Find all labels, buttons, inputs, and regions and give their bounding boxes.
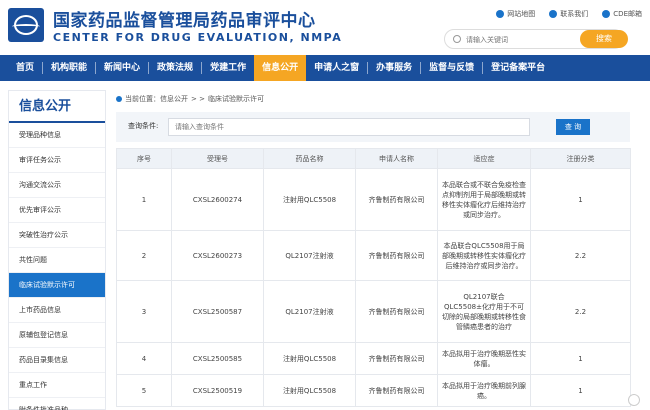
col-header-applicant: 申请人名称 [355, 148, 438, 169]
cell-indication: 本品联合或不联合免疫检查点抑制剂用于局部晚期或转移性实体瘤化疗后维持治疗或同步治… [437, 168, 531, 231]
nav-feedback[interactable]: 监督与反馈 [421, 55, 482, 81]
cell-applicant: 齐鲁制药有限公司 [355, 280, 438, 343]
site-title-cn: 国家药品监督管理局药品审评中心 [53, 11, 316, 31]
sidebar-item-conditional[interactable]: 附条件批准品种 [9, 398, 105, 410]
table-row[interactable]: 1 CXSL2600274 注射用QLC5508 齐鲁制药有限公司 本品联合或不… [116, 168, 631, 231]
nav-home[interactable]: 首页 [8, 55, 42, 81]
cell-drug: QL2107注射液 [263, 230, 356, 281]
cell-indication: 本品拟用于治疗晚期恶性实体瘤。 [437, 342, 531, 375]
main-nav: 首页 机构职能 新闻中心 政策法规 党建工作 信息公开 申请人之窗 办事服务 监… [0, 55, 650, 81]
sidebar-item-common-issues[interactable]: 共性问题 [9, 248, 105, 273]
nav-news[interactable]: 新闻中心 [96, 55, 148, 81]
cell-id: CXSL2500587 [171, 280, 264, 343]
site-header: 国家药品监督管理局药品审评中心 CENTER FOR DRUG EVALUATI… [0, 0, 650, 55]
cell-category: 1 [530, 342, 631, 375]
cell-category: 1 [530, 168, 631, 231]
cell-id: CXSL2600273 [171, 230, 264, 281]
sidebar-item-marketed[interactable]: 上市药品信息 [9, 298, 105, 323]
nav-applicant[interactable]: 申请人之窗 [306, 55, 367, 81]
col-header-category: 注册分类 [530, 148, 631, 169]
table-header-row: 序号 受理号 药品名称 申请人名称 适应症 注册分类 [116, 148, 631, 169]
cell-drug: QL2107注射液 [263, 280, 356, 343]
query-button[interactable]: 查 询 [556, 119, 590, 135]
main-content: 当前位置：信息公开 > > 临床试验默示许可 查询条件: 查 询 序号 受理号 … [116, 90, 631, 410]
query-input[interactable] [168, 118, 530, 136]
search-icon [453, 35, 461, 43]
nav-policy[interactable]: 政策法规 [149, 55, 201, 81]
cell-category: 2.2 [530, 280, 631, 343]
table-row[interactable]: 4 CXSL2500585 注射用QLC5508 齐鲁制药有限公司 本品拟用于治… [116, 342, 631, 375]
cell-indication: QL2107联合QLC5508±化疗用于不可切除的局部晚期或转移性食管鳞癌患者的… [437, 280, 531, 343]
site-search-button[interactable]: 搜索 [580, 30, 628, 48]
cell-id: CXSL2500519 [171, 374, 264, 407]
cell-applicant: 齐鲁制药有限公司 [355, 230, 438, 281]
query-bar: 查询条件: 查 询 [116, 112, 630, 142]
email-link[interactable]: CDE邮箱 [602, 9, 642, 19]
breadcrumb: 当前位置：信息公开 > > 临床试验默示许可 [116, 90, 630, 108]
cell-no: 4 [116, 342, 172, 375]
cell-drug: 注射用QLC5508 [263, 374, 356, 407]
cell-applicant: 齐鲁制药有限公司 [355, 374, 438, 407]
sidebar-item-accepted[interactable]: 受理品种信息 [9, 123, 105, 148]
sitemap-link[interactable]: 网站地图 [496, 9, 535, 19]
breadcrumb-current: 临床试验默示许可 [207, 95, 264, 103]
sidebar-item-communication[interactable]: 沟通交流公示 [9, 173, 105, 198]
nav-info-disclosure[interactable]: 信息公开 [254, 55, 307, 81]
cell-id: CXSL2500585 [171, 342, 264, 375]
col-header-drug: 药品名称 [263, 148, 356, 169]
sidebar-title: 信息公开 [9, 91, 105, 123]
sidebar-item-breakthrough[interactable]: 突破性治疗公示 [9, 223, 105, 248]
table-row[interactable]: 3 CXSL2500587 QL2107注射液 齐鲁制药有限公司 QL2107联… [116, 280, 631, 343]
results-table: 序号 受理号 药品名称 申请人名称 适应症 注册分类 1 CXSL2600274… [116, 148, 631, 407]
col-header-id: 受理号 [171, 148, 264, 169]
sidebar-item-excipients[interactable]: 原辅包登记信息 [9, 323, 105, 348]
col-header-no: 序号 [116, 148, 172, 169]
sidebar: 信息公开 受理品种信息 审评任务公示 沟通交流公示 优先审评公示 突破性治疗公示… [8, 90, 106, 410]
cell-no: 2 [116, 230, 172, 281]
cell-drug: 注射用QLC5508 [263, 168, 356, 231]
sidebar-item-implied-approval[interactable]: 临床试验默示许可 [9, 273, 105, 298]
location-pin-icon [116, 96, 122, 102]
location-icon [496, 10, 505, 18]
cell-indication: 本品拟用于治疗晚期前列腺癌。 [437, 374, 531, 407]
site-title-en: CENTER FOR DRUG EVALUATION, NMPA [53, 31, 343, 44]
cell-no: 3 [116, 280, 172, 343]
cell-category: 1 [530, 374, 631, 407]
cell-drug: 注射用QLC5508 [263, 342, 356, 375]
table-row[interactable]: 2 CXSL2600273 QL2107注射液 齐鲁制药有限公司 本品联合QLC… [116, 230, 631, 281]
table-row[interactable]: 5 CXSL2500519 注射用QLC5508 齐鲁制药有限公司 本品拟用于治… [116, 374, 631, 407]
phone-icon [549, 10, 558, 18]
cell-applicant: 齐鲁制药有限公司 [355, 168, 438, 231]
sidebar-item-review-tasks[interactable]: 审评任务公示 [9, 148, 105, 173]
cell-applicant: 齐鲁制药有限公司 [355, 342, 438, 375]
nav-party[interactable]: 党建工作 [202, 55, 254, 81]
cell-no: 5 [116, 374, 172, 407]
sidebar-item-priority[interactable]: 优先审评公示 [9, 198, 105, 223]
nav-registration[interactable]: 登记备案平台 [483, 55, 553, 81]
cell-id: CXSL2600274 [171, 168, 264, 231]
col-header-indication: 适应症 [437, 148, 531, 169]
nav-services[interactable]: 办事服务 [368, 55, 420, 81]
cell-category: 2.2 [530, 230, 631, 281]
top-links: 网站地图 联系我们 CDE邮箱 [496, 9, 642, 19]
sidebar-item-catalog[interactable]: 药品目录集信息 [9, 348, 105, 373]
breadcrumb-separator: > > [191, 95, 205, 103]
cell-indication: 本品联合QLC5508用于局部晚期或转移性实体瘤化疗后维持治疗或同步治疗。 [437, 230, 531, 281]
nav-functions[interactable]: 机构职能 [43, 55, 95, 81]
mail-icon [602, 10, 611, 18]
breadcrumb-parent[interactable]: 当前位置：信息公开 [125, 90, 188, 108]
cell-no: 1 [116, 168, 172, 231]
site-search-input[interactable] [466, 33, 561, 46]
contact-link[interactable]: 联系我们 [549, 9, 588, 19]
sidebar-item-key-work[interactable]: 重点工作 [9, 373, 105, 398]
cde-logo-icon[interactable] [8, 8, 44, 42]
scroll-top-icon[interactable] [628, 394, 640, 406]
query-label: 查询条件: [128, 122, 159, 130]
